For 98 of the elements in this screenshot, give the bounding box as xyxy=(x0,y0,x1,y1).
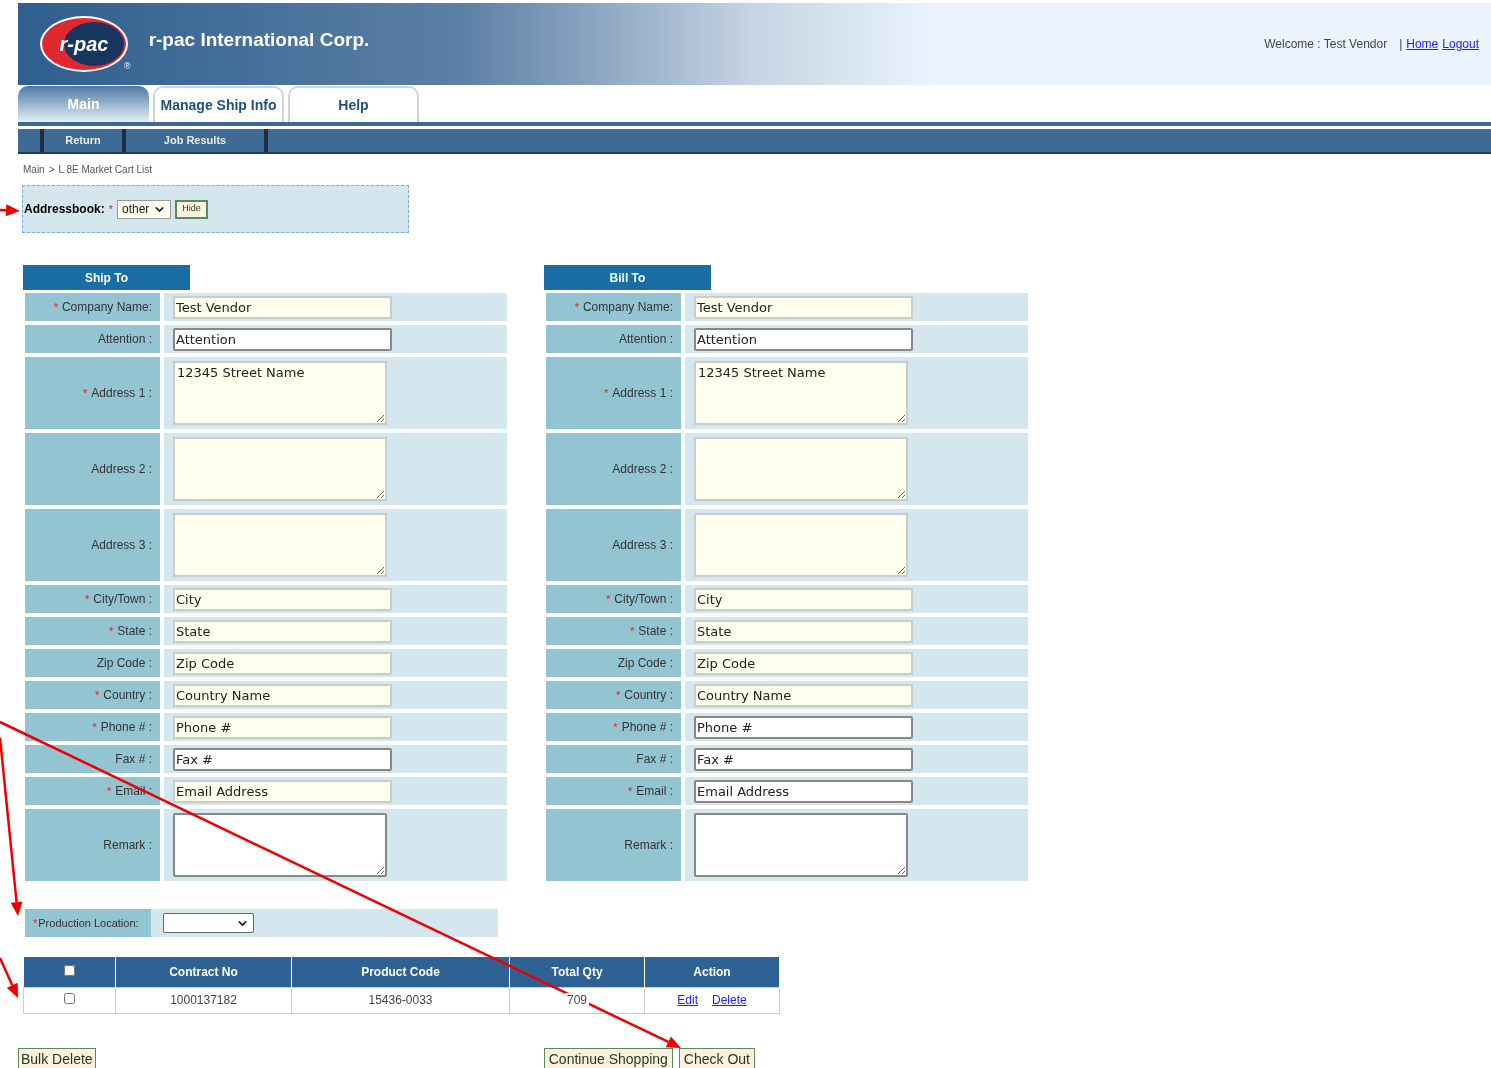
field-label: Fax # : xyxy=(115,751,152,768)
field-label: Address 3 : xyxy=(91,537,152,554)
required-asterisk: * xyxy=(628,783,633,799)
separator: | xyxy=(1399,36,1403,53)
required-asterisk: * xyxy=(53,299,58,315)
action-button[interactable]: Continue Shopping xyxy=(543,1047,673,1068)
required-asterisk: * xyxy=(108,201,113,217)
field-label: Address 1 : xyxy=(91,385,152,402)
hide-button[interactable]: Hide xyxy=(175,199,208,219)
input-field[interactable]: Fax # xyxy=(173,747,392,771)
input-field[interactable]: Phone # xyxy=(173,715,392,739)
input-field[interactable]: Fax # xyxy=(694,747,913,771)
breadcrumb-link[interactable]: Main xyxy=(23,162,45,177)
field-label: Address 2 : xyxy=(612,461,673,478)
sub-nav-item[interactable]: Return xyxy=(40,129,122,152)
input-field[interactable]: State xyxy=(173,619,392,643)
text-area[interactable]: 12345 Street Name xyxy=(173,361,387,425)
field-label: Production Location: xyxy=(38,915,139,931)
input-field[interactable]: Zip Code xyxy=(173,651,392,675)
annotation-arrow xyxy=(0,204,20,217)
field-label: Fax # : xyxy=(636,751,673,768)
input-field[interactable]: Country Name xyxy=(694,683,913,707)
addressbook-label: Addressbook: xyxy=(24,201,105,218)
input-field[interactable]: City xyxy=(173,587,392,611)
input-field[interactable]: Country Name xyxy=(173,683,392,707)
welcome-text: Welcome : Test Vendor xyxy=(1264,36,1388,53)
input-field[interactable]: Test Vendor xyxy=(694,295,913,319)
field-label: Address 2 : xyxy=(91,461,152,478)
field-label: Attention : xyxy=(97,331,152,348)
section-header: Bill To xyxy=(544,265,711,290)
required-asterisk: * xyxy=(574,299,579,315)
required-asterisk: * xyxy=(606,591,611,607)
location-select[interactable] xyxy=(163,913,254,933)
field-label: State : xyxy=(638,623,673,640)
input-field[interactable]: Zip Code xyxy=(694,651,913,675)
required-asterisk: * xyxy=(107,783,112,799)
input-field[interactable]: Phone # xyxy=(694,715,913,739)
table-cell: 709 xyxy=(565,993,589,1007)
action-link[interactable]: Edit xyxy=(677,991,698,1009)
nav-tab[interactable]: Manage Ship Info xyxy=(153,86,284,122)
required-asterisk: * xyxy=(83,385,88,401)
breadcrumb-current: L 8E Market Cart List xyxy=(58,163,153,177)
row-checkbox[interactable] xyxy=(64,993,75,1004)
column-header: Product Code xyxy=(291,957,510,987)
field-label: State : xyxy=(117,623,152,640)
registered-mark: ® xyxy=(124,59,131,73)
field-label: Company Name: xyxy=(582,299,673,316)
required-asterisk: * xyxy=(630,623,635,639)
field-label: Address 3 : xyxy=(612,537,673,554)
input-field[interactable]: Test Vendor xyxy=(173,295,392,319)
sub-nav-item[interactable]: Job Results xyxy=(122,129,268,152)
text-area[interactable] xyxy=(173,813,387,877)
column-header: Action xyxy=(644,957,780,987)
table-cell: 1000137182 xyxy=(115,987,292,1013)
required-asterisk: * xyxy=(613,719,618,735)
field-label: Attention : xyxy=(618,331,673,348)
required-asterisk: * xyxy=(92,719,97,735)
field-label: Remark : xyxy=(624,837,673,854)
header-link[interactable]: Home xyxy=(1406,35,1439,53)
company-name: r-pac International Corp. xyxy=(148,27,370,52)
required-asterisk: * xyxy=(85,591,90,607)
field-label: Country : xyxy=(103,687,152,704)
field-label: Email : xyxy=(636,783,673,800)
input-field[interactable]: Attention xyxy=(694,327,913,351)
field-label: Country : xyxy=(624,687,673,704)
required-asterisk: * xyxy=(616,687,621,703)
breadcrumb-separator: > xyxy=(48,163,55,177)
field-label: Address 1 : xyxy=(612,385,673,402)
field-label: Remark : xyxy=(103,837,152,854)
input-field[interactable]: State xyxy=(694,619,913,643)
field-label: Company Name: xyxy=(61,299,152,316)
column-header: Total Qty xyxy=(509,957,645,987)
table-cell: 15436-0033 xyxy=(291,987,510,1013)
field-label: Zip Code : xyxy=(617,655,673,672)
field-label: Zip Code : xyxy=(96,655,152,672)
input-field[interactable]: City xyxy=(694,587,913,611)
bulk-delete-button[interactable]: Bulk Delete xyxy=(18,1047,96,1068)
required-asterisk: * xyxy=(109,623,114,639)
required-asterisk: * xyxy=(95,687,100,703)
select-all-checkbox[interactable] xyxy=(63,964,75,976)
nav-tab[interactable]: Help xyxy=(288,86,419,122)
field-label: City/Town : xyxy=(93,591,152,608)
input-field[interactable]: Email Address xyxy=(694,779,913,803)
text-area[interactable] xyxy=(694,813,908,877)
action-link[interactable]: Delete xyxy=(712,991,747,1009)
text-area[interactable]: 12345 Street Name xyxy=(694,361,908,425)
section-header: Ship To xyxy=(23,265,190,290)
addressbook-select[interactable]: other xyxy=(116,199,172,219)
input-field[interactable]: Attention xyxy=(173,327,392,351)
required-asterisk: * xyxy=(33,915,38,931)
required-asterisk: * xyxy=(604,385,609,401)
input-field[interactable]: Email Address xyxy=(173,779,392,803)
header-link[interactable]: Logout xyxy=(1442,35,1479,53)
field-label: Phone # : xyxy=(100,719,152,736)
field-label: Phone # : xyxy=(621,719,673,736)
field-label: City/Town : xyxy=(614,591,673,608)
action-button[interactable]: Check Out xyxy=(678,1047,755,1068)
column-header: Contract No xyxy=(115,957,292,987)
